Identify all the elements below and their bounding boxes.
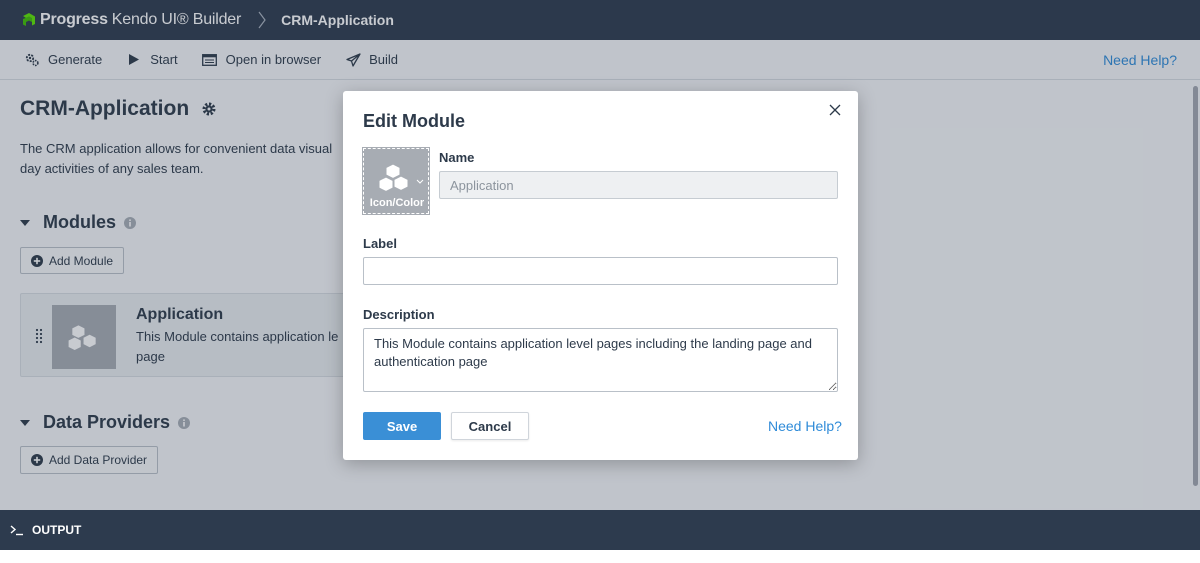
dialog-title: Edit Module: [363, 111, 465, 131]
dialog-help-link[interactable]: Need Help?: [768, 418, 842, 434]
label-label: Label: [363, 236, 397, 251]
save-button[interactable]: Save: [363, 412, 441, 440]
icon-color-label: Icon/Color: [369, 197, 425, 209]
cubes-icon: [379, 163, 409, 193]
description-label: Description: [363, 307, 435, 322]
terminal-icon: [10, 525, 23, 536]
chevron-down-icon: [416, 179, 424, 184]
name-label: Name: [439, 150, 475, 165]
vertical-scrollbar[interactable]: [1193, 86, 1198, 486]
edit-module-dialog: Edit Module Icon/Color Name Label Descri…: [343, 91, 858, 460]
name-input[interactable]: [439, 171, 838, 199]
output-label: OUTPUT: [32, 523, 82, 537]
label-input[interactable]: [363, 257, 838, 285]
close-icon[interactable]: [828, 103, 842, 117]
output-panel-bar[interactable]: OUTPUT: [0, 510, 1200, 550]
description-textarea[interactable]: This Module contains application level p…: [363, 328, 838, 392]
cancel-button[interactable]: Cancel: [451, 412, 529, 440]
icon-color-picker[interactable]: Icon/Color: [362, 147, 430, 215]
app-window: Progress Kendo UI® Builder CRM-Applicati…: [0, 0, 1200, 550]
